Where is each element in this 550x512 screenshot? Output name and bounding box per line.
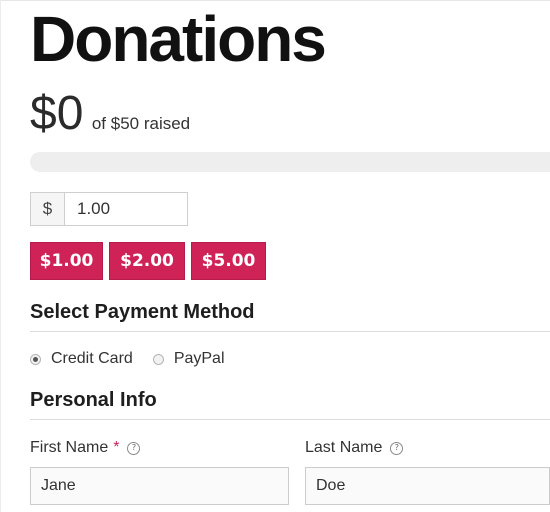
- payment-option-paypal[interactable]: PayPal: [152, 350, 225, 368]
- donation-amount-field: $: [30, 192, 188, 226]
- raised-summary: $0 of $50 raised: [30, 86, 190, 142]
- radio-credit-card[interactable]: [30, 353, 41, 365]
- first-name-label-row: First Name * ?: [30, 439, 141, 457]
- credit-card-label: Credit Card: [51, 350, 133, 367]
- question-circle-icon[interactable]: ?: [390, 441, 404, 455]
- payment-divider: [30, 331, 550, 332]
- radio-paypal[interactable]: [152, 353, 164, 365]
- payment-methods: Credit Card PayPal: [30, 350, 245, 368]
- required-mark: *: [113, 439, 120, 456]
- payment-method-heading: Select Payment Method: [30, 301, 255, 323]
- frame-left-border: [0, 0, 1, 512]
- goal-text: of $50 raised: [91, 114, 191, 133]
- level-button-1[interactable]: $1.00: [30, 242, 103, 280]
- raised-amount: $0: [30, 87, 84, 140]
- personal-info-heading: Personal Info: [30, 389, 157, 411]
- personal-divider: [30, 419, 550, 420]
- first-name-label: First Name: [30, 439, 109, 456]
- donation-amount-input[interactable]: [65, 193, 187, 225]
- first-name-input[interactable]: [30, 467, 289, 505]
- last-name-input[interactable]: [305, 467, 550, 505]
- level-button-5[interactable]: $5.00: [191, 242, 266, 280]
- donation-levels: $1.00 $2.00 $5.00: [30, 242, 272, 280]
- last-name-label-row: Last Name ?: [305, 439, 404, 457]
- frame-top-border: [0, 0, 550, 1]
- level-button-2[interactable]: $2.00: [109, 242, 185, 280]
- last-name-label: Last Name: [305, 439, 383, 456]
- currency-symbol: $: [31, 193, 65, 225]
- form-title: Donations: [30, 3, 327, 75]
- payment-option-credit-card[interactable]: Credit Card: [30, 350, 133, 368]
- question-circle-icon[interactable]: ?: [127, 441, 141, 455]
- progress-bar: [30, 152, 550, 172]
- paypal-label: PayPal: [173, 350, 225, 367]
